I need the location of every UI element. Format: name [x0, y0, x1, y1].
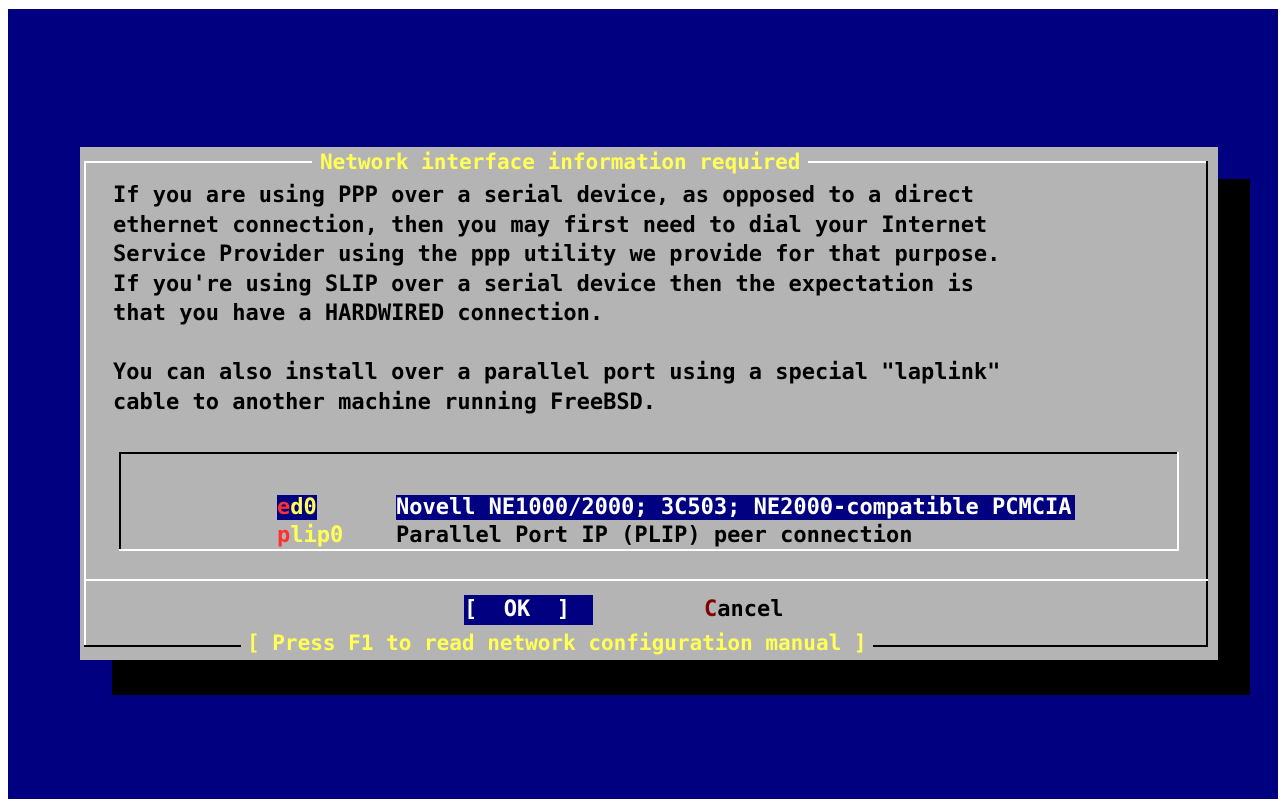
list-item-plip0[interactable]: plip0 Parallel Port IP (PLIP) peer connec…: [171, 494, 913, 548]
list-item-ed0[interactable]: ed0 Novell NE1000/2000; 3C503; NE2000-com…: [171, 466, 1076, 520]
dialog-title: Network interface information required: [312, 150, 809, 174]
button-separator: [84, 579, 1208, 581]
help-hint: [ Press F1 to read network configuration…: [241, 630, 873, 656]
dialog-message: If you are using PPP over a serial devic…: [113, 183, 1001, 415]
interface-tag: plip0: [276, 523, 344, 548]
network-interface-dialog: Network interface information required I…: [80, 147, 1218, 660]
ok-button[interactable]: [ OK ]: [464, 595, 593, 625]
frame-right: [1206, 161, 1208, 647]
console-screen: Network interface information required I…: [8, 9, 1278, 799]
cancel-button[interactable]: Cancel: [704, 595, 783, 625]
interface-description: Parallel Port IP (PLIP) peer connection: [395, 523, 913, 548]
frame-left: [84, 161, 86, 647]
interface-list: ed0 Novell NE1000/2000; 3C503; NE2000-com…: [119, 452, 1179, 551]
